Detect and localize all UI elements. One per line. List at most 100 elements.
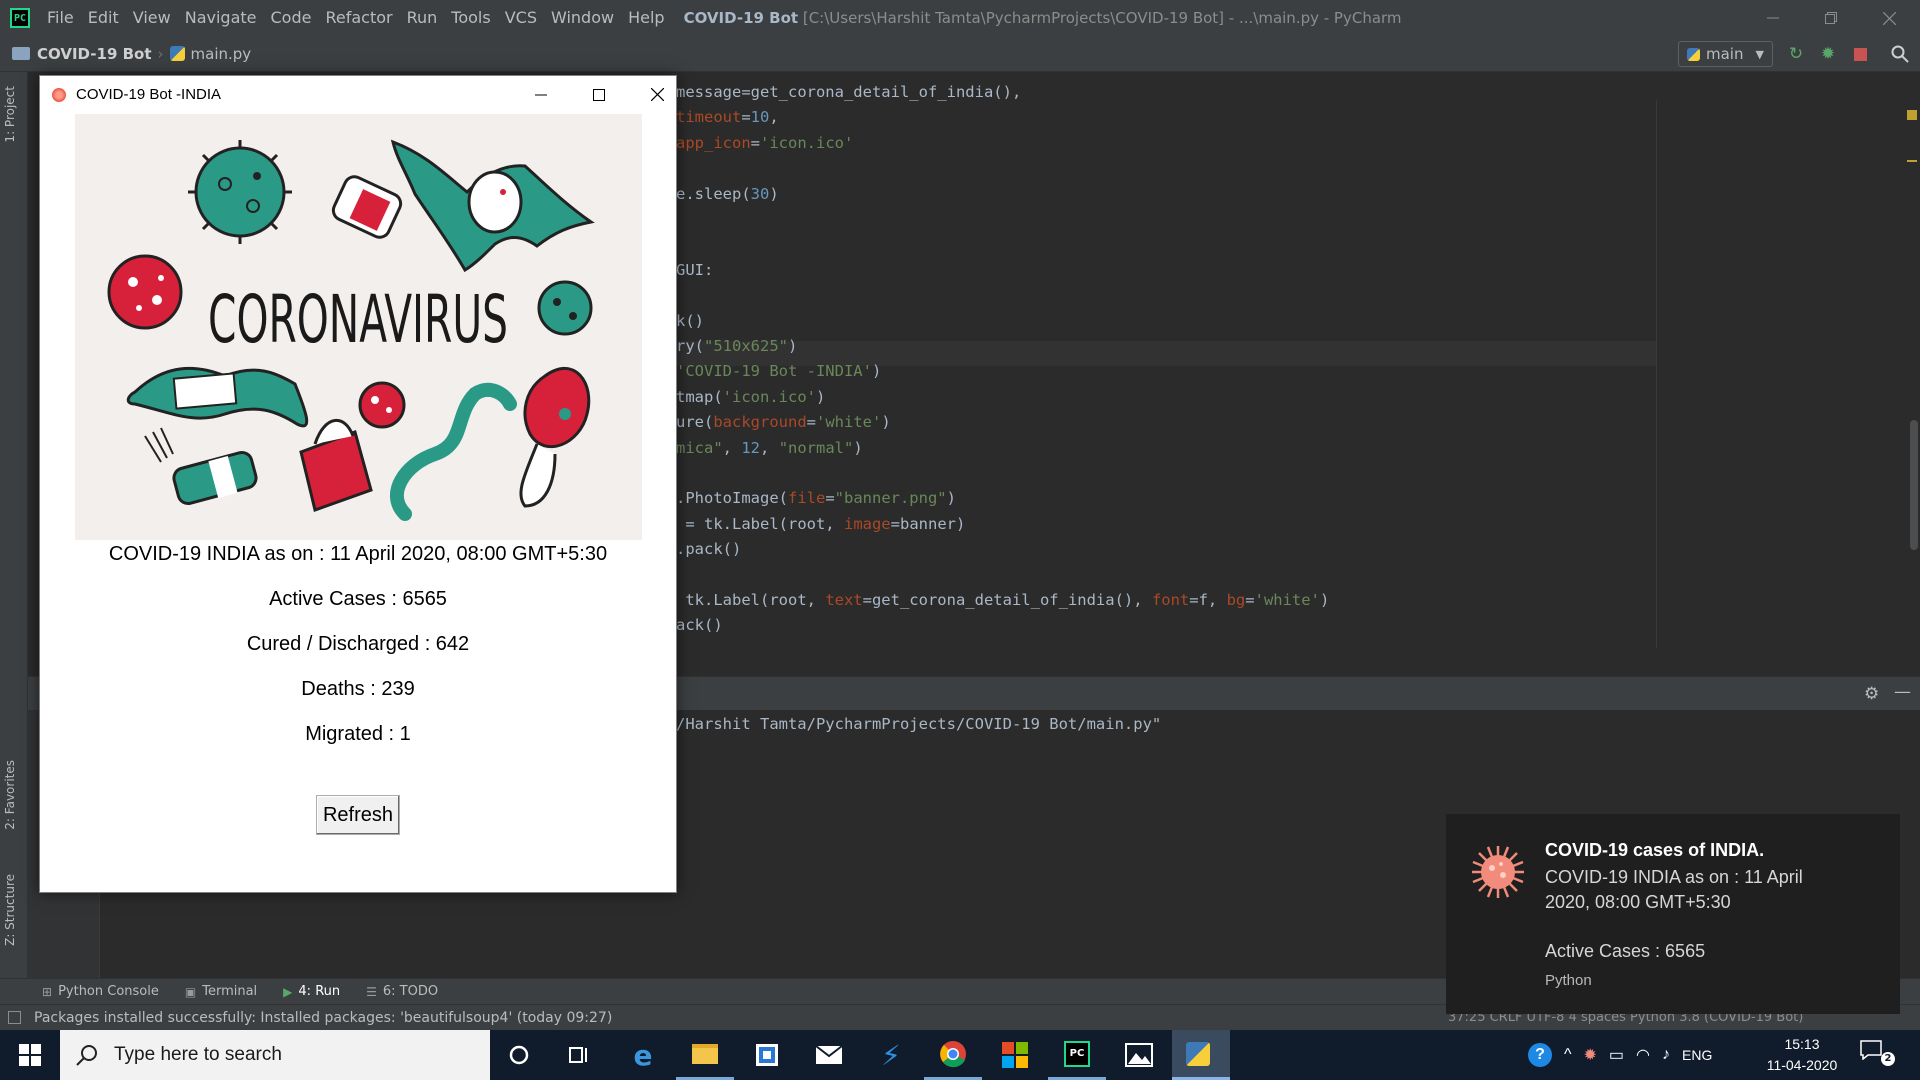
menu-help[interactable]: Help xyxy=(621,0,671,36)
language-indicator[interactable]: ENG xyxy=(1682,1047,1712,1063)
code-token: file xyxy=(787,489,826,508)
file-explorer-button[interactable] xyxy=(676,1030,734,1080)
breadcrumb-project[interactable]: COVID-19 Bot xyxy=(12,45,152,63)
code-token: e.sleep( xyxy=(676,184,751,203)
breadcrumb-file[interactable]: main.py xyxy=(169,45,251,63)
tab-terminal[interactable]: ▣ Terminal xyxy=(185,984,257,999)
start-button[interactable] xyxy=(0,1030,60,1080)
wifi-icon[interactable]: ◠ xyxy=(1636,1045,1650,1065)
restore-icon xyxy=(1825,12,1837,24)
toast-notification[interactable]: COVID-19 cases of INDIA. COVID-19 INDIA … xyxy=(1446,814,1900,1014)
stop-button[interactable] xyxy=(1850,44,1870,64)
tab-project[interactable]: 1: Project xyxy=(3,86,17,143)
photos-icon xyxy=(1125,1043,1153,1067)
battery-icon[interactable]: ▭ xyxy=(1609,1045,1624,1065)
tk-close-button[interactable] xyxy=(628,76,686,113)
refresh-button[interactable]: Refresh xyxy=(316,795,400,835)
store-button[interactable] xyxy=(738,1030,796,1080)
rerun-icon: ↻ xyxy=(1788,44,1804,64)
cured-label: Cured / Discharged : 642 xyxy=(246,633,470,655)
office-button[interactable] xyxy=(986,1030,1044,1080)
search-icon xyxy=(1891,45,1909,63)
code-token: ) xyxy=(788,337,798,355)
chrome-button[interactable] xyxy=(924,1030,982,1080)
mail-button[interactable] xyxy=(800,1030,858,1080)
menu-file[interactable]: File xyxy=(40,0,81,36)
coronavirus-tray-icon[interactable]: ✹ xyxy=(1584,1045,1597,1065)
menu-tools[interactable]: Tools xyxy=(444,0,497,36)
code-token: background xyxy=(713,413,807,432)
code-token: .pack() xyxy=(676,540,742,559)
code-token: =banner) xyxy=(890,514,966,533)
code-line: .pack() xyxy=(676,537,741,562)
covid-bot-titlebar[interactable]: COVID-19 Bot -INDIA xyxy=(40,76,676,113)
task-view-icon xyxy=(569,1047,587,1063)
pycharm-button[interactable]: PC xyxy=(1048,1030,1106,1080)
code-token: , xyxy=(760,438,779,457)
chevron-up-icon[interactable]: ^ xyxy=(1564,1046,1572,1064)
python-icon xyxy=(1687,47,1700,61)
system-tray: ? ^ ✹ ▭ ◠ ♪ ENG xyxy=(1522,1030,1718,1080)
settings-button[interactable]: ⚙ xyxy=(1864,684,1879,704)
code-line: = tk.Label(root, image=banner) xyxy=(676,512,965,537)
tab-favorites[interactable]: 2: Favorites xyxy=(3,760,17,830)
run-icon: ▶ xyxy=(283,984,293,999)
tab-structure[interactable]: Z: Structure xyxy=(3,874,17,946)
tk-minimize-button[interactable] xyxy=(512,76,570,113)
debug-button[interactable]: ✹ xyxy=(1818,44,1838,64)
tab-todo[interactable]: ☰ 6: TODO xyxy=(366,984,438,999)
menu-code[interactable]: Code xyxy=(264,0,319,36)
close-button[interactable] xyxy=(1860,0,1918,36)
code-token: ) xyxy=(769,184,779,203)
menu-view[interactable]: View xyxy=(126,0,178,36)
task-view-button[interactable] xyxy=(550,1030,608,1080)
code-token: 12 xyxy=(741,438,761,457)
spray-bottle-icon xyxy=(144,427,258,505)
code-line: GUI: xyxy=(676,258,713,283)
small-red-virus-icon xyxy=(358,381,406,429)
code-token: 'icon.ico' xyxy=(760,133,854,152)
help-icon[interactable]: ? xyxy=(1528,1043,1552,1067)
code-line: e.sleep(30) xyxy=(676,182,779,207)
menu-vcs[interactable]: VCS xyxy=(498,0,544,36)
volume-icon[interactable]: ♪ xyxy=(1662,1046,1670,1064)
menu-navigate[interactable]: Navigate xyxy=(178,0,264,36)
edge-button[interactable]: e xyxy=(614,1030,672,1080)
code-token: 'white' xyxy=(1254,591,1320,609)
status-toggle-icon[interactable] xyxy=(8,1011,21,1024)
tk-maximize-button[interactable] xyxy=(570,76,628,113)
warning-marker[interactable] xyxy=(1907,110,1917,120)
vscode-button[interactable]: ⚡ xyxy=(862,1030,920,1080)
photos-button[interactable] xyxy=(1110,1030,1168,1080)
active-cases-label: Active Cases : 6565 xyxy=(269,588,447,610)
code-line: ure(background='white') xyxy=(676,410,891,435)
folder-icon xyxy=(12,47,30,60)
warning-marker[interactable] xyxy=(1907,160,1917,162)
menu-edit[interactable]: Edit xyxy=(81,0,126,36)
rerun-button[interactable]: ↻ xyxy=(1786,44,1806,64)
clock[interactable]: 15:13 11-04-2020 xyxy=(1758,1034,1846,1076)
toast-body: COVID-19 INDIA as on : 11 April 2020, 08… xyxy=(1545,867,1803,912)
cortana-button[interactable] xyxy=(490,1030,548,1080)
restore-button[interactable] xyxy=(1802,0,1860,36)
bat-icon xyxy=(390,139,595,273)
run-configuration-select[interactable]: main ▼ xyxy=(1678,41,1773,67)
toast-source: Python xyxy=(1545,972,1592,989)
taskbar-search[interactable]: Type here to search xyxy=(60,1030,490,1080)
menu-window[interactable]: Window xyxy=(544,0,621,36)
editor-right-gutter xyxy=(1656,100,1920,648)
search-everywhere-button[interactable] xyxy=(1890,44,1910,64)
status-message[interactable]: Packages installed successfully: Install… xyxy=(34,1010,612,1026)
python-app-button[interactable] xyxy=(1172,1030,1230,1080)
minimize-button[interactable] xyxy=(1744,0,1802,36)
menu-run[interactable]: Run xyxy=(400,0,445,36)
action-center-button[interactable]: 2 xyxy=(1860,1040,1900,1070)
hide-panel-button[interactable]: — xyxy=(1894,682,1911,702)
snake-icon xyxy=(390,382,517,521)
code-line: 'COVID-19 Bot -INDIA') xyxy=(676,359,881,384)
code-token: 10 xyxy=(750,108,770,127)
tab-python-console[interactable]: ⊞ Python Console xyxy=(42,984,159,999)
menu-refactor[interactable]: Refactor xyxy=(318,0,399,36)
tab-run[interactable]: ▶ 4: Run xyxy=(283,984,340,999)
editor-scrollbar[interactable] xyxy=(1910,420,1918,550)
